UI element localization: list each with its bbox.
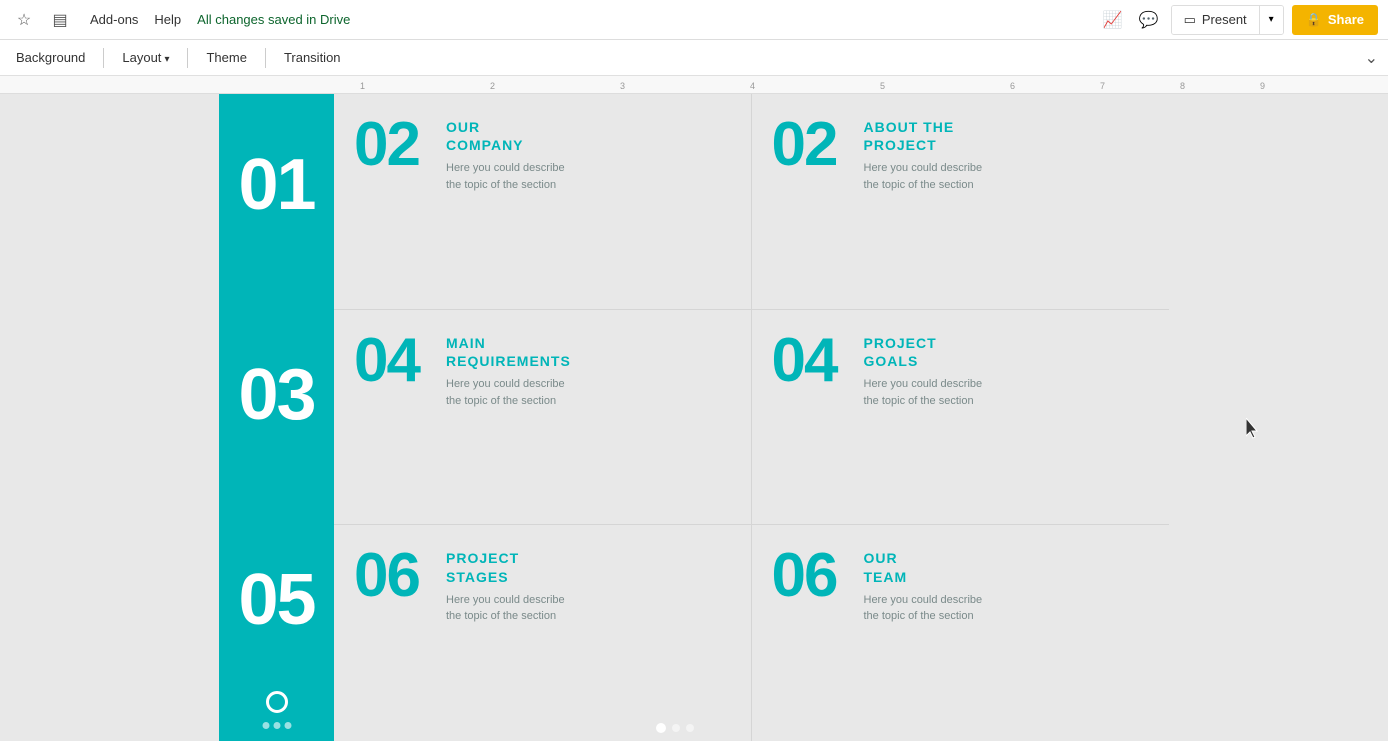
section-title-04: PROJECTGOALS: [864, 334, 983, 370]
addons-menu[interactable]: Add-ons: [90, 12, 138, 27]
nav-dot-2[interactable]: [672, 724, 680, 732]
section-desc-04: Here you could describethe topic of the …: [864, 376, 983, 409]
section-content-02: ABOUT THEPROJECT Here you could describe…: [864, 114, 983, 193]
star-icon[interactable]: ☆: [10, 6, 38, 34]
toolbar-right: 📈 💬 ▭ Present ▾ 🔒 Share: [1099, 5, 1378, 35]
theme-menu-item[interactable]: Theme: [200, 46, 252, 69]
section-desc-05: Here you could describethe topic of the …: [446, 592, 565, 625]
teal-sidebar-bar: 01 03 05: [219, 94, 334, 741]
separator-2: [187, 48, 188, 68]
ruler-mark-6: 6: [1010, 81, 1015, 91]
section-content-04: PROJECTGOALS Here you could describethe …: [864, 330, 983, 409]
section-title-02: ABOUT THEPROJECT: [864, 118, 983, 154]
expand-icon[interactable]: ⌄: [1365, 48, 1378, 68]
bar-dots-decoration: [262, 722, 291, 729]
section-title-05: PROJECTSTAGES: [446, 549, 565, 585]
present-monitor-icon: ▭: [1184, 12, 1196, 28]
main-area: 01 03 05 02 OURCOMPANY Here y: [0, 94, 1388, 741]
section-content-01: OURCOMPANY Here you could describethe to…: [446, 114, 565, 193]
ruler: 1 2 3 4 5 6 7 8 9: [0, 76, 1388, 94]
section-desc-03: Here you could describethe topic of the …: [446, 376, 571, 409]
section-number-03: 04: [354, 330, 434, 392]
section-cell-03: 04 MAINREQUIREMENTS Here you could descr…: [334, 310, 752, 526]
section-content-05: PROJECTSTAGES Here you could describethe…: [446, 545, 565, 624]
slide-area: 01 03 05 02 OURCOMPANY Here y: [0, 94, 1388, 741]
bar-number-03: 03: [219, 359, 334, 431]
ruler-mark-4: 4: [750, 81, 755, 91]
background-menu-item[interactable]: Background: [10, 46, 91, 69]
bar-circle-decoration: [266, 691, 288, 713]
lock-icon: 🔒: [1306, 12, 1322, 28]
present-dropdown-arrow[interactable]: ▾: [1259, 6, 1283, 34]
section-title-01: OURCOMPANY: [446, 118, 565, 154]
ruler-mark-9: 9: [1260, 81, 1265, 91]
toolbar-left: ☆ ▤ Add-ons Help All changes saved in Dr…: [10, 6, 350, 34]
section-cell-06: 06 OURTEAM Here you could describethe to…: [752, 525, 1170, 741]
present-button-group: ▭ Present ▾: [1171, 5, 1284, 35]
section-desc-02: Here you could describethe topic of the …: [864, 160, 983, 193]
separator-3: [265, 48, 266, 68]
section-number-02: 02: [772, 114, 852, 176]
cursor-indicator: [1246, 418, 1262, 445]
ruler-mark-2: 2: [490, 81, 495, 91]
section-content-06: OURTEAM Here you could describethe topic…: [864, 545, 983, 624]
slide-navigation-dots: [656, 723, 694, 733]
ruler-mark-1: 1: [360, 81, 365, 91]
save-status: All changes saved in Drive: [197, 12, 350, 27]
help-menu[interactable]: Help: [154, 12, 181, 27]
section-content-03: MAINREQUIREMENTS Here you could describe…: [446, 330, 571, 409]
top-toolbar: ☆ ▤ Add-ons Help All changes saved in Dr…: [0, 0, 1388, 40]
ruler-mark-8: 8: [1180, 81, 1185, 91]
sections-grid: 02 OURCOMPANY Here you could describethe…: [334, 94, 1169, 741]
menu-nav: Add-ons Help All changes saved in Drive: [90, 12, 350, 27]
folder-icon[interactable]: ▤: [46, 6, 74, 34]
transition-menu-item[interactable]: Transition: [278, 46, 347, 69]
section-desc-01: Here you could describethe topic of the …: [446, 160, 565, 193]
section-number-05: 06: [354, 545, 434, 607]
ruler-mark-7: 7: [1100, 81, 1105, 91]
ruler-mark-5: 5: [880, 81, 885, 91]
section-cell-02: 02 ABOUT THEPROJECT Here you could descr…: [752, 94, 1170, 310]
layout-menu-item[interactable]: Layout: [116, 46, 175, 69]
bar-number-01: 01: [219, 149, 334, 221]
toolbar-icons: ☆ ▤: [10, 6, 74, 34]
share-button[interactable]: 🔒 Share: [1292, 5, 1378, 35]
section-desc-06: Here you could describethe topic of the …: [864, 592, 983, 625]
slide-canvas[interactable]: 01 03 05 02 OURCOMPANY Here y: [219, 94, 1169, 741]
format-toolbar: Background Layout Theme Transition ⌄: [0, 40, 1388, 76]
section-number-04: 04: [772, 330, 852, 392]
section-cell-01: 02 OURCOMPANY Here you could describethe…: [334, 94, 752, 310]
nav-dot-active[interactable]: [656, 723, 666, 733]
section-title-03: MAINREQUIREMENTS: [446, 334, 571, 370]
separator-1: [103, 48, 104, 68]
bar-dot-2: [273, 722, 280, 729]
nav-dot-3[interactable]: [686, 724, 694, 732]
section-number-06: 06: [772, 545, 852, 607]
analytics-icon[interactable]: 📈: [1099, 6, 1127, 34]
bar-dot-3: [284, 722, 291, 729]
comments-icon[interactable]: 💬: [1135, 6, 1163, 34]
section-number-01: 02: [354, 114, 434, 176]
section-cell-05: 06 PROJECTSTAGES Here you could describe…: [334, 525, 752, 741]
section-title-06: OURTEAM: [864, 549, 983, 585]
bar-dot-1: [262, 722, 269, 729]
present-button[interactable]: ▭ Present: [1172, 6, 1259, 34]
bar-number-05: 05: [219, 564, 334, 636]
section-cell-04: 04 PROJECTGOALS Here you could describet…: [752, 310, 1170, 526]
ruler-mark-3: 3: [620, 81, 625, 91]
